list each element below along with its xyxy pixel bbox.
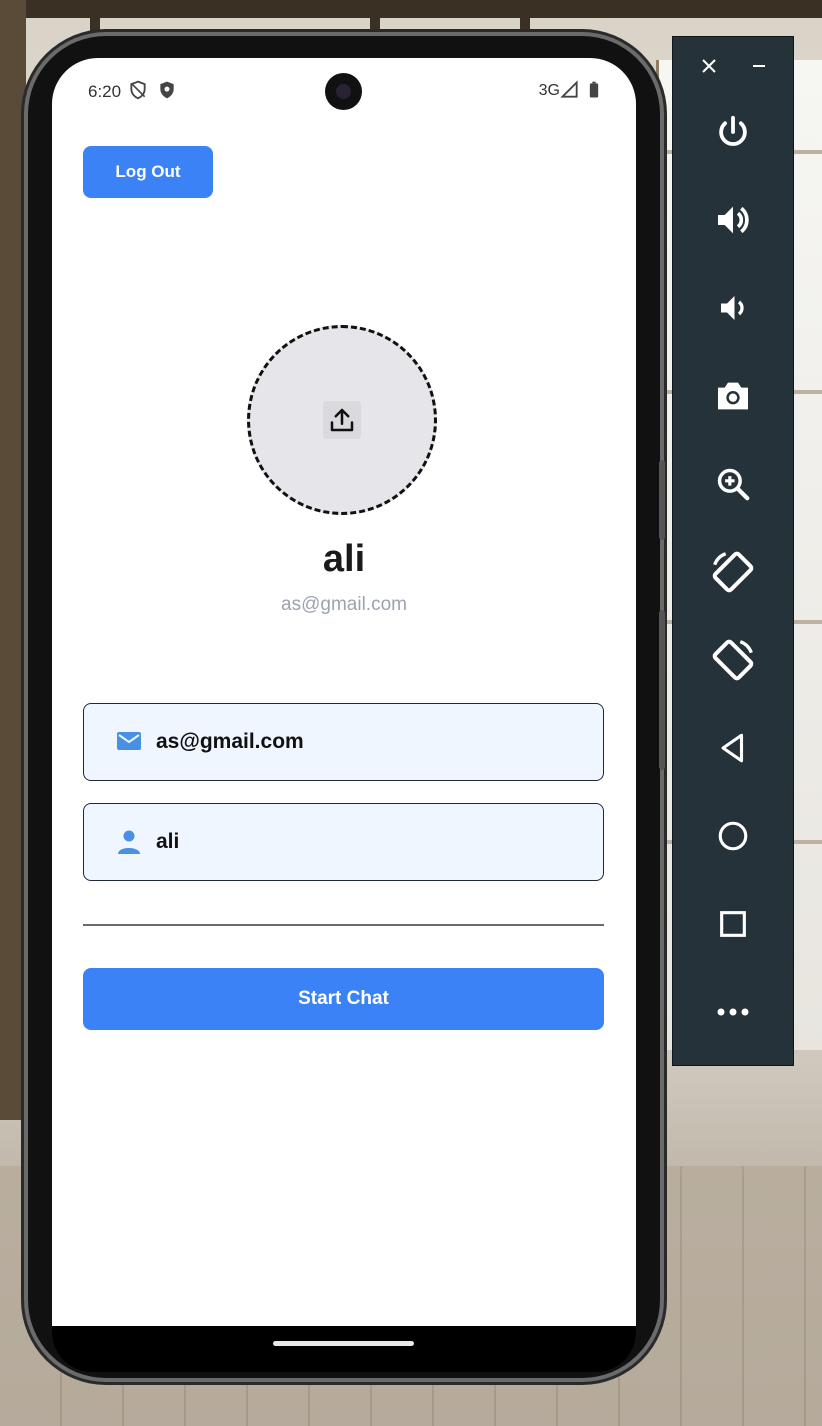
phone-volume-rocker <box>659 610 665 770</box>
network-type: 3G <box>538 82 560 99</box>
status-bar: 6:20 3G <box>52 58 636 124</box>
phone-side-button <box>659 460 665 540</box>
phone-screen: 6:20 3G Log Out ali as@gmail.com as@gmai… <box>52 58 636 1330</box>
start-chat-button[interactable]: Start Chat <box>83 968 604 1030</box>
upload-icon <box>323 401 361 439</box>
email-field[interactable]: as@gmail.com <box>83 703 604 781</box>
camera-icon[interactable] <box>708 371 758 421</box>
emulator-toolbar <box>672 36 794 1066</box>
signal-icon <box>560 80 578 98</box>
person-icon <box>117 830 141 854</box>
back-icon[interactable] <box>708 723 758 773</box>
name-field[interactable]: ali <box>83 803 604 881</box>
more-icon[interactable] <box>708 987 758 1037</box>
overview-icon[interactable] <box>708 899 758 949</box>
profile-name: ali <box>322 538 366 580</box>
front-camera <box>325 73 362 110</box>
status-time: 6:20 <box>88 82 122 101</box>
name-field-value: ali <box>156 830 180 853</box>
volume-up-icon[interactable] <box>708 195 758 245</box>
avatar-upload-button[interactable] <box>247 325 437 515</box>
home-icon[interactable] <box>708 811 758 861</box>
email-field-value: as@gmail.com <box>156 730 304 753</box>
power-icon[interactable] <box>708 107 758 157</box>
battery-icon <box>589 81 599 98</box>
phone-bottom-bezel <box>52 1326 636 1372</box>
divider <box>83 924 604 926</box>
mail-icon <box>117 730 141 754</box>
gesture-navigation-bar[interactable] <box>273 1341 414 1346</box>
shield-outline-icon <box>130 80 146 100</box>
profile-email: as@gmail.com <box>281 594 407 615</box>
logout-button[interactable]: Log Out <box>83 146 213 198</box>
volume-down-icon[interactable] <box>708 283 758 333</box>
zoom-icon[interactable] <box>708 459 758 509</box>
close-icon[interactable] <box>694 51 724 81</box>
minimize-icon[interactable] <box>744 51 774 81</box>
rotate-right-icon[interactable] <box>708 635 758 685</box>
rotate-left-icon[interactable] <box>708 547 758 597</box>
shield-icon <box>160 81 174 99</box>
